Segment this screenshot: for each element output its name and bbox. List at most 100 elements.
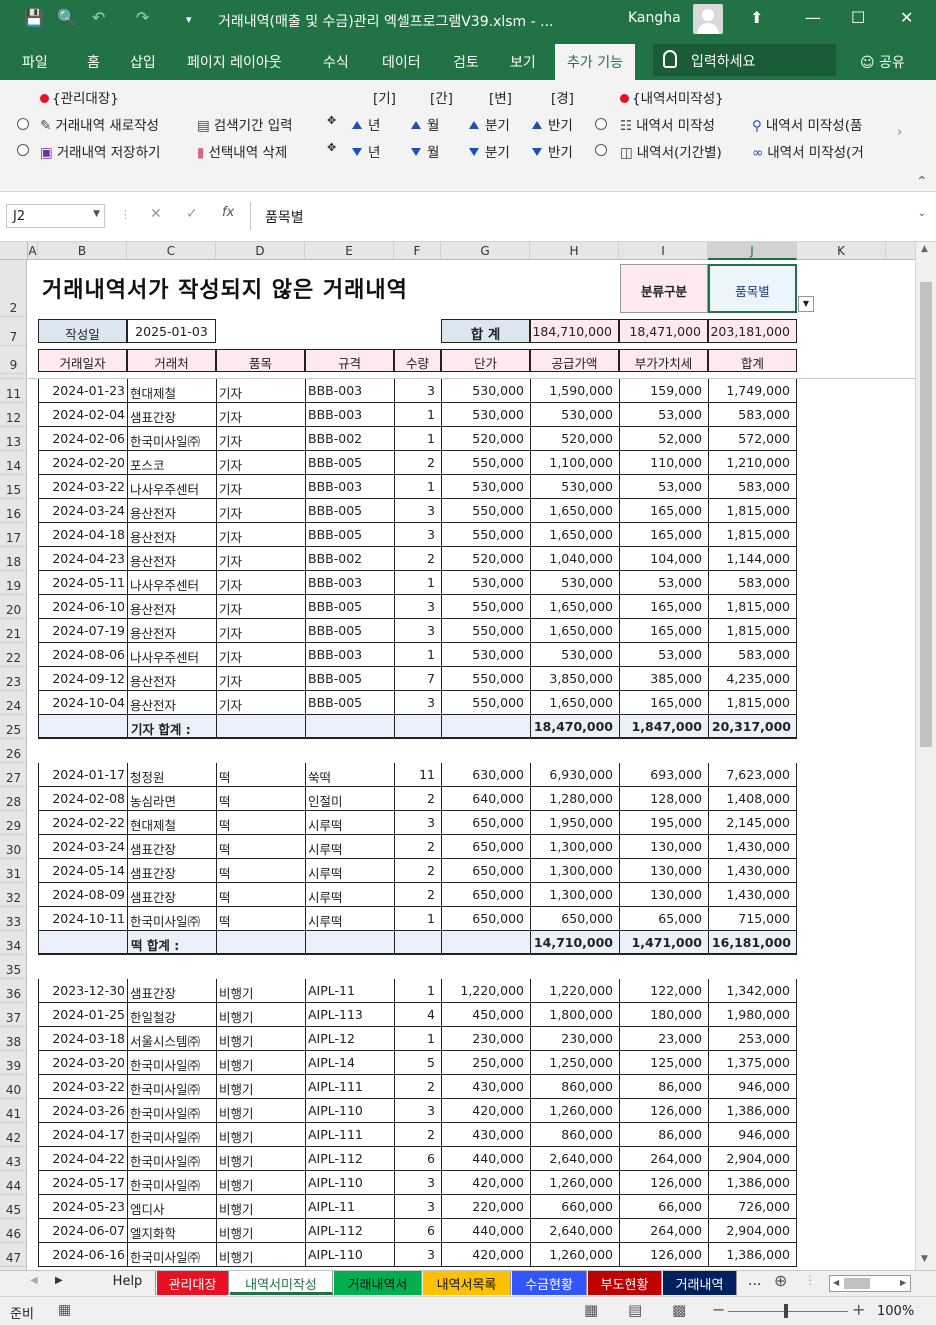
table-cell[interactable]: 630,000 bbox=[441, 763, 530, 787]
table-cell[interactable]: 440,000 bbox=[441, 1219, 530, 1243]
table-cell[interactable]: 1 bbox=[394, 979, 441, 1003]
table-cell[interactable]: 6 bbox=[394, 1147, 441, 1171]
row-header[interactable]: 17 bbox=[0, 523, 27, 547]
table-cell[interactable]: 4,235,000 bbox=[708, 667, 797, 691]
table-cell[interactable]: 2024-02-04 bbox=[38, 403, 127, 427]
table-row[interactable]: 2024-05-23 엠디사 비행기 AIPL-11 3 220,000 660,000 66… bbox=[28, 1195, 915, 1219]
row-header[interactable]: 22 bbox=[0, 643, 27, 667]
row-header[interactable]: 37 bbox=[0, 1003, 27, 1027]
column-header-d[interactable]: D bbox=[216, 242, 305, 260]
row-header[interactable]: 25 bbox=[0, 715, 27, 739]
tab-review[interactable]: 검토 bbox=[453, 52, 479, 72]
select-all-corner[interactable] bbox=[0, 242, 28, 260]
table-cell[interactable]: AIPL-112 bbox=[305, 1147, 394, 1171]
add-sheet-icon[interactable]: ⊕ bbox=[774, 1271, 787, 1290]
table-cell[interactable]: 650,000 bbox=[530, 907, 619, 931]
row-header[interactable]: 13 bbox=[0, 427, 27, 451]
table-cell[interactable]: 3,850,000 bbox=[530, 667, 619, 691]
table-cell[interactable]: 550,000 bbox=[441, 691, 530, 715]
column-header-g[interactable]: G bbox=[441, 242, 530, 260]
table-cell[interactable]: BBB-002 bbox=[305, 547, 394, 571]
table-cell[interactable]: 420,000 bbox=[441, 1171, 530, 1195]
table-cell[interactable]: 250,000 bbox=[441, 1051, 530, 1075]
table-cell[interactable]: 86,000 bbox=[619, 1123, 708, 1147]
table-cell[interactable]: AIPL-12 bbox=[305, 1027, 394, 1051]
table-cell[interactable]: 650,000 bbox=[441, 811, 530, 835]
table-cell[interactable]: 650,000 bbox=[441, 883, 530, 907]
table-cell[interactable]: 2024-03-22 bbox=[38, 1075, 127, 1099]
tab-add-ins[interactable]: 추가 기능 bbox=[555, 44, 635, 80]
table-cell[interactable]: 640,000 bbox=[441, 787, 530, 811]
table-cell[interactable]: 583,000 bbox=[708, 475, 797, 499]
table-cell[interactable]: 떡 bbox=[216, 859, 305, 883]
row-header[interactable]: 47 bbox=[0, 1243, 27, 1267]
table-cell[interactable]: 165,000 bbox=[619, 499, 708, 523]
table-cell[interactable]: 2024-10-04 bbox=[38, 691, 127, 715]
table-cell[interactable]: 2024-04-23 bbox=[38, 547, 127, 571]
table-cell[interactable]: 130,000 bbox=[619, 883, 708, 907]
table-cell[interactable]: 기자 bbox=[216, 499, 305, 523]
table-cell[interactable]: 1 bbox=[394, 427, 441, 451]
column-header-e[interactable]: E bbox=[305, 242, 394, 260]
table-cell[interactable]: 비행기 bbox=[216, 1123, 305, 1147]
print-preview-icon[interactable]: 🔍 bbox=[57, 8, 77, 27]
table-cell[interactable]: 946,000 bbox=[708, 1123, 797, 1147]
scroll-thumb[interactable] bbox=[920, 282, 932, 747]
table-cell[interactable]: 기자 bbox=[216, 523, 305, 547]
table-cell[interactable]: 1,386,000 bbox=[708, 1099, 797, 1123]
table-row[interactable]: 2024-03-24 용산전자 기자 BBB-005 3 550,000 1,650,000… bbox=[28, 499, 915, 523]
table-cell[interactable]: 2024-06-10 bbox=[38, 595, 127, 619]
table-row[interactable]: 2024-10-04 용산전자 기자 BBB-005 3 550,000 1,650,000… bbox=[28, 691, 915, 715]
table-cell[interactable]: 기자 bbox=[216, 547, 305, 571]
table-cell[interactable]: AIPL-14 bbox=[305, 1051, 394, 1075]
table-cell[interactable]: 떡 bbox=[216, 883, 305, 907]
table-cell[interactable]: BBB-005 bbox=[305, 667, 394, 691]
table-cell[interactable]: AIPL-110 bbox=[305, 1243, 394, 1267]
table-row[interactable]: 2024-02-20 포스코 기자 BBB-005 2 550,000 1,100,000 1… bbox=[28, 451, 915, 475]
row-header[interactable]: 19 bbox=[0, 571, 27, 595]
table-cell[interactable]: 1,300,000 bbox=[530, 883, 619, 907]
table-cell[interactable]: AIPL-11 bbox=[305, 1195, 394, 1219]
table-cell[interactable]: 샘표간장 bbox=[127, 979, 216, 1003]
row-header[interactable]: 7 bbox=[0, 317, 27, 346]
page-break-view-icon[interactable]: ▩ bbox=[672, 1301, 686, 1319]
table-cell[interactable]: 2024-05-14 bbox=[38, 859, 127, 883]
column-header-b[interactable]: B bbox=[38, 242, 127, 260]
table-cell[interactable]: 165,000 bbox=[619, 691, 708, 715]
half-up-button[interactable]: 반기 bbox=[532, 114, 573, 134]
table-cell[interactable]: 기자 bbox=[216, 427, 305, 451]
table-row[interactable]: 2024-06-10 용산전자 기자 BBB-005 3 550,000 1,650,000… bbox=[28, 595, 915, 619]
table-cell[interactable]: 2024-02-20 bbox=[38, 451, 127, 475]
zoom-out-icon[interactable]: − bbox=[712, 1300, 725, 1319]
table-cell[interactable]: 572,000 bbox=[708, 427, 797, 451]
table-cell[interactable]: 2024-03-22 bbox=[38, 475, 127, 499]
table-cell[interactable]: 715,000 bbox=[708, 907, 797, 931]
table-row[interactable]: 2024-10-11 한국미사일㈜ 떡 시루떡 1 650,000 650,000 65,00… bbox=[28, 907, 915, 931]
table-cell[interactable]: 1,040,000 bbox=[530, 547, 619, 571]
table-cell[interactable]: 550,000 bbox=[441, 451, 530, 475]
table-cell[interactable]: 2 bbox=[394, 1123, 441, 1147]
table-cell[interactable]: 1,815,000 bbox=[708, 691, 797, 715]
table-cell[interactable]: 1,980,000 bbox=[708, 1003, 797, 1027]
table-cell[interactable]: 450,000 bbox=[441, 1003, 530, 1027]
table-cell[interactable]: 엠디사 bbox=[127, 1195, 216, 1219]
table-cell[interactable]: 떡 bbox=[216, 811, 305, 835]
table-cell[interactable]: 6,930,000 bbox=[530, 763, 619, 787]
table-cell[interactable]: AIPL-113 bbox=[305, 1003, 394, 1027]
table-cell[interactable]: 시루떡 bbox=[305, 811, 394, 835]
sheet-tab[interactable]: 수금현황 bbox=[512, 1271, 587, 1295]
table-cell[interactable]: 385,000 bbox=[619, 667, 708, 691]
table-cell[interactable]: 용산전자 bbox=[127, 547, 216, 571]
table-cell[interactable]: 126,000 bbox=[619, 1171, 708, 1195]
table-cell[interactable]: 946,000 bbox=[708, 1075, 797, 1099]
scroll-up-icon[interactable]: ▲ bbox=[921, 244, 928, 254]
table-cell[interactable]: 2024-05-17 bbox=[38, 1171, 127, 1195]
tab-home[interactable]: 홈 bbox=[87, 52, 100, 72]
table-cell[interactable]: 860,000 bbox=[530, 1075, 619, 1099]
table-cell[interactable]: 2024-10-11 bbox=[38, 907, 127, 931]
row-header[interactable]: 46 bbox=[0, 1219, 27, 1243]
table-cell[interactable]: BBB-002 bbox=[305, 427, 394, 451]
macro-record-icon[interactable]: ▦ bbox=[58, 1302, 71, 1318]
table-row[interactable]: 2024-04-23 용산전자 기자 BBB-002 2 520,000 1,040,000… bbox=[28, 547, 915, 571]
table-cell[interactable]: BBB-005 bbox=[305, 691, 394, 715]
